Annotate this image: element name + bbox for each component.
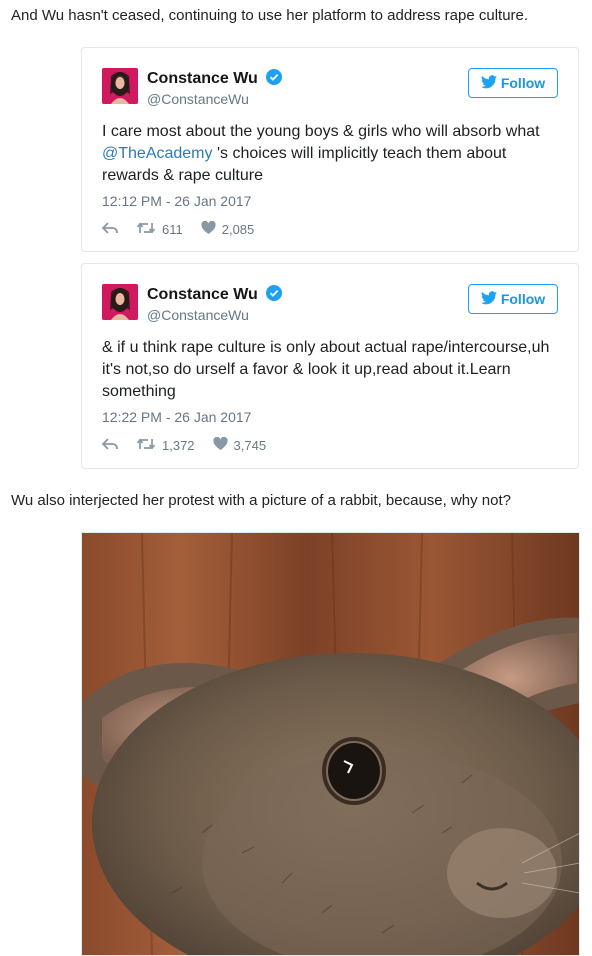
retweet-icon <box>136 221 156 238</box>
tweet-text: & if u think rape culture is only about … <box>102 339 550 400</box>
verified-icon <box>266 69 283 90</box>
avatar[interactable] <box>102 284 138 320</box>
retweet-count: 611 <box>162 222 183 237</box>
like-button[interactable]: 3,745 <box>212 436 267 454</box>
heart-icon <box>212 436 228 454</box>
like-button[interactable]: 2,085 <box>201 220 255 238</box>
author-name[interactable]: Constance Wu <box>147 69 283 90</box>
tweet-timestamp[interactable]: 12:22 PM - 26 Jan 2017 <box>102 409 251 425</box>
author-handle[interactable]: @ConstanceWu <box>147 307 249 323</box>
author-name-text[interactable]: Constance Wu <box>147 286 258 303</box>
retweet-count: 1,372 <box>162 438 195 453</box>
tweet-actions: 611 2,085 <box>101 220 272 238</box>
author-name-text[interactable]: Constance Wu <box>147 70 258 87</box>
reply-button[interactable] <box>101 221 118 238</box>
follow-button[interactable]: Follow <box>468 284 558 314</box>
follow-label: Follow <box>500 291 546 307</box>
like-count: 2,085 <box>221 222 255 237</box>
avatar[interactable] <box>102 68 138 104</box>
tweet-card[interactable]: Constance Wu @ConstanceWu Follow I care … <box>81 47 579 252</box>
retweet-icon <box>136 437 156 454</box>
heart-icon <box>201 220 216 238</box>
author-handle[interactable]: @ConstanceWu <box>147 91 249 107</box>
reply-icon <box>101 437 118 454</box>
retweet-button[interactable]: 1,372 <box>136 437 195 454</box>
author-name[interactable]: Constance Wu <box>147 285 283 306</box>
tweet-actions: 1,372 3,745 <box>101 436 284 454</box>
twitter-bird-icon <box>480 74 497 92</box>
mention-link[interactable]: @TheAcademy <box>102 145 213 162</box>
reply-button[interactable] <box>101 437 118 454</box>
rabbit-photo <box>81 532 580 956</box>
tweet-timestamp[interactable]: 12:12 PM - 26 Jan 2017 <box>102 193 251 209</box>
retweet-button[interactable]: 611 <box>136 221 183 238</box>
tweet-text-part: I care most about the young boys & girls… <box>102 123 540 140</box>
mid-paragraph: Wu also interjected her protest with a p… <box>11 492 511 509</box>
follow-button[interactable]: Follow <box>468 68 558 98</box>
reply-icon <box>101 221 118 238</box>
like-count: 3,745 <box>233 438 267 453</box>
tweet-text: I care most about the young boys & girls… <box>102 121 562 187</box>
tweet-card[interactable]: Constance Wu @ConstanceWu Follow & if u … <box>81 263 579 469</box>
verified-icon <box>266 285 283 306</box>
intro-paragraph: And Wu hasn't ceased, continuing to use … <box>11 7 529 24</box>
follow-label: Follow <box>500 75 546 91</box>
twitter-bird-icon <box>480 290 497 308</box>
